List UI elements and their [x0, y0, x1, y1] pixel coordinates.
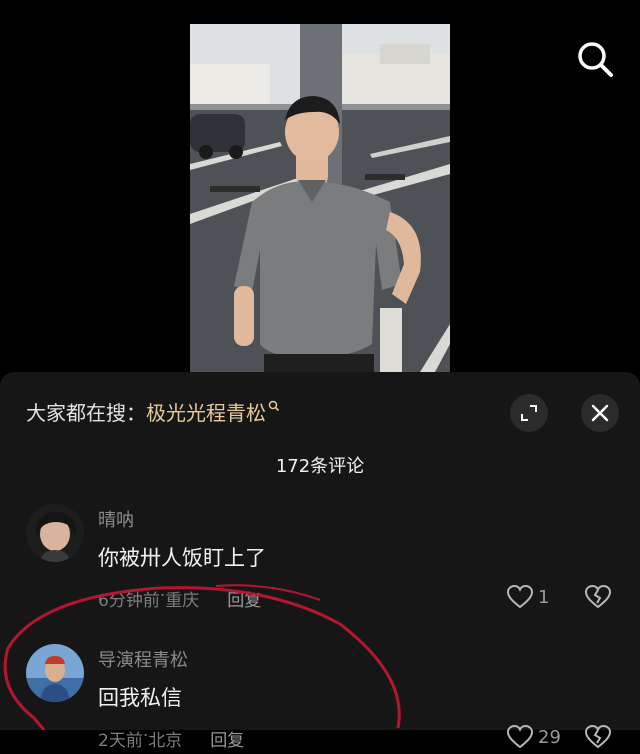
video-player[interactable] — [0, 0, 640, 372]
comment-sheet: 大家都在搜： 极光光程青松 172条评论 晴呐 你被卅人饭盯上了 6分钟前 · … — [0, 372, 640, 751]
search-button[interactable] — [574, 38, 618, 82]
dislike-button[interactable] — [584, 584, 612, 614]
comment-username[interactable]: 晴呐 — [98, 506, 134, 532]
heart-icon — [506, 584, 534, 609]
like-count: 1 — [538, 586, 550, 608]
close-button[interactable] — [581, 394, 619, 432]
like-button[interactable]: 29 — [506, 724, 561, 750]
reply-button[interactable]: 回复 — [227, 586, 261, 611]
comment-text: 你被卅人饭盯上了 — [98, 546, 266, 570]
like-button[interactable]: 1 — [506, 584, 549, 610]
avatar[interactable] — [26, 644, 84, 702]
search-icon — [578, 42, 613, 77]
comment-count: 172条评论 — [275, 456, 365, 477]
hot-search-icon — [268, 400, 280, 412]
video-scene — [190, 24, 450, 372]
comment-username[interactable]: 导演程青松 — [98, 646, 188, 672]
hot-search-link[interactable]: 大家都在搜： 极光光程青松 — [26, 396, 280, 426]
heart-icon — [506, 724, 534, 749]
hot-search-term[interactable]: 极光光程青松 — [146, 397, 266, 426]
avatar-image — [26, 644, 84, 702]
broken-heart-icon — [584, 584, 612, 609]
hot-search-prefix: 大家都在搜： — [26, 400, 146, 425]
avatar-image — [26, 504, 84, 562]
video-thumbnail[interactable] — [190, 24, 450, 372]
avatar[interactable] — [26, 504, 84, 562]
comment-location: 重庆 — [165, 591, 200, 611]
expand-button[interactable] — [510, 394, 548, 432]
comment-meta: 6分钟前 · 重庆 回复 — [98, 586, 261, 611]
broken-heart-icon — [584, 724, 612, 749]
close-icon — [591, 404, 609, 422]
dislike-button[interactable] — [584, 724, 612, 754]
comment-text: 回我私信 — [98, 686, 182, 710]
expand-icon — [521, 405, 537, 421]
comment-time: 6分钟前 — [98, 591, 160, 611]
